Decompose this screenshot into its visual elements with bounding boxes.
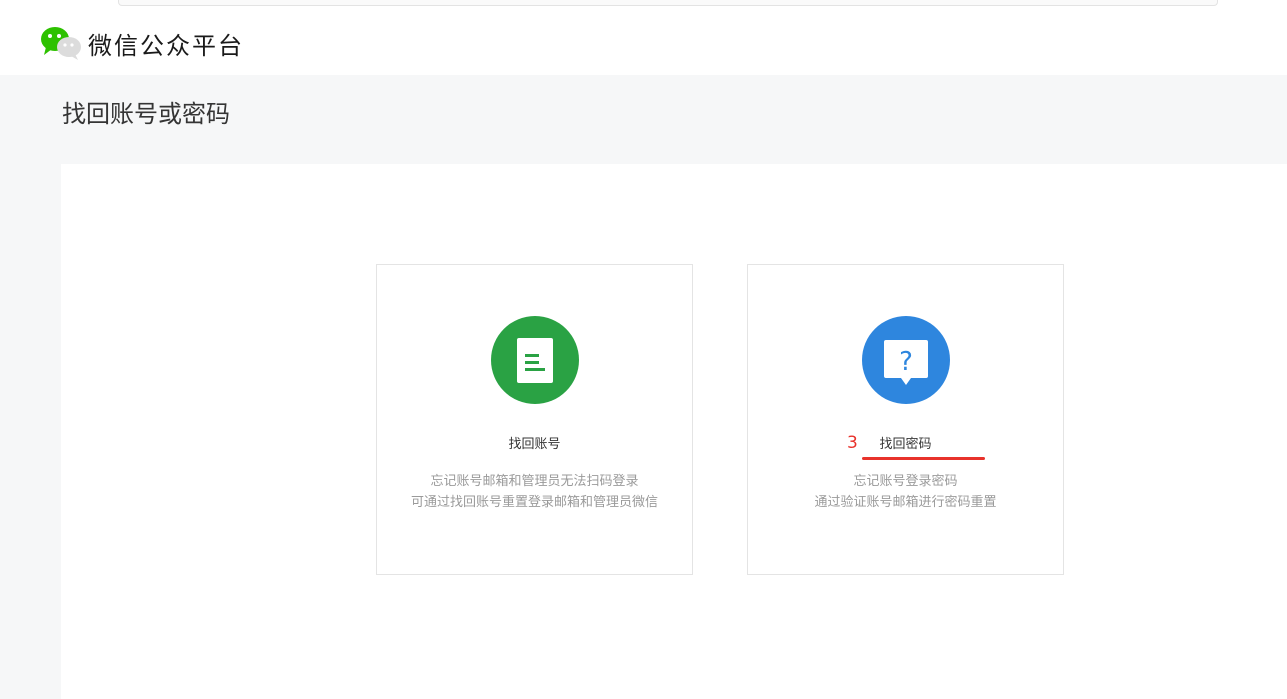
page-title: 找回账号或密码 (62, 100, 230, 128)
recover-account-icon-circle (491, 316, 579, 404)
brand-logo[interactable]: 微信公众平台 (40, 25, 244, 61)
recover-password-icon-circle: ? (862, 316, 950, 404)
recover-account-desc-line2: 可通过找回账号重置登录邮箱和管理员微信 (410, 495, 658, 510)
recover-password-desc-line2: 通过验证账号邮箱进行密码重置 (814, 495, 997, 510)
brand-name: 微信公众平台 (88, 31, 244, 60)
recover-account-title: 找回账号 (508, 437, 561, 452)
recover-password-card[interactable]: ? 找回密码 忘记账号登录密码 通过验证账号邮箱进行密码重置 (747, 264, 1064, 575)
recover-account-desc-line1: 忘记账号邮箱和管理员无法扫码登录 (430, 474, 639, 489)
site-header: 微信公众平台 (0, 9, 1287, 75)
browser-top-strip (0, 0, 1287, 9)
recover-password-desc-line1: 忘记账号登录密码 (853, 474, 958, 489)
recover-password-description: 忘记账号登录密码 通过验证账号邮箱进行密码重置 (748, 471, 1063, 513)
browser-tab-edge (118, 0, 1218, 6)
annotation-step-number: 3 (847, 433, 858, 453)
wechat-logo-icon (40, 25, 82, 61)
recover-account-description: 忘记账号邮箱和管理员无法扫码登录 可通过找回账号重置登录邮箱和管理员微信 (377, 471, 692, 513)
recover-account-card[interactable]: 找回账号 忘记账号邮箱和管理员无法扫码登录 可通过找回账号重置登录邮箱和管理员微… (376, 264, 693, 575)
recover-password-title: 找回密码 (879, 437, 932, 452)
annotation-underline (862, 457, 985, 460)
svg-text:?: ? (899, 347, 913, 377)
